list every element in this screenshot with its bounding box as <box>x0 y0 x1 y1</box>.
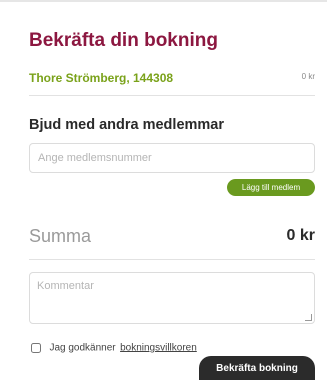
terms-row: Jag godkänner bokningsvillkoren <box>29 339 197 353</box>
comment-textarea[interactable] <box>30 273 314 327</box>
top-edge-line <box>0 0 327 2</box>
sum-value: 0 kr <box>286 227 315 244</box>
confirm-booking-button[interactable]: Bekräfta bokning <box>199 356 315 380</box>
divider <box>29 259 315 260</box>
sum-label: Summa <box>29 226 92 246</box>
divider <box>29 95 315 96</box>
member-name: Thore Strömberg, 144308 <box>29 71 174 85</box>
member-number-field <box>29 143 316 173</box>
add-member-button[interactable]: Lägg till medlem <box>227 179 315 196</box>
comment-field <box>29 272 315 327</box>
member-row: Thore Strömberg, 144308 0 kr <box>29 68 315 94</box>
sum-row: Summa 0 kr <box>29 226 315 256</box>
member-price: 0 kr <box>301 72 315 81</box>
invite-heading: Bjud med andra medlemmar <box>29 117 224 133</box>
terms-link[interactable]: bokningsvillkoren <box>120 342 197 353</box>
terms-text: Jag godkänner <box>49 342 116 354</box>
terms-checkbox[interactable] <box>31 342 41 353</box>
member-number-input[interactable] <box>30 144 316 172</box>
page-title: Bekräfta din bokning <box>29 30 218 51</box>
resize-handle-icon[interactable] <box>305 314 312 321</box>
